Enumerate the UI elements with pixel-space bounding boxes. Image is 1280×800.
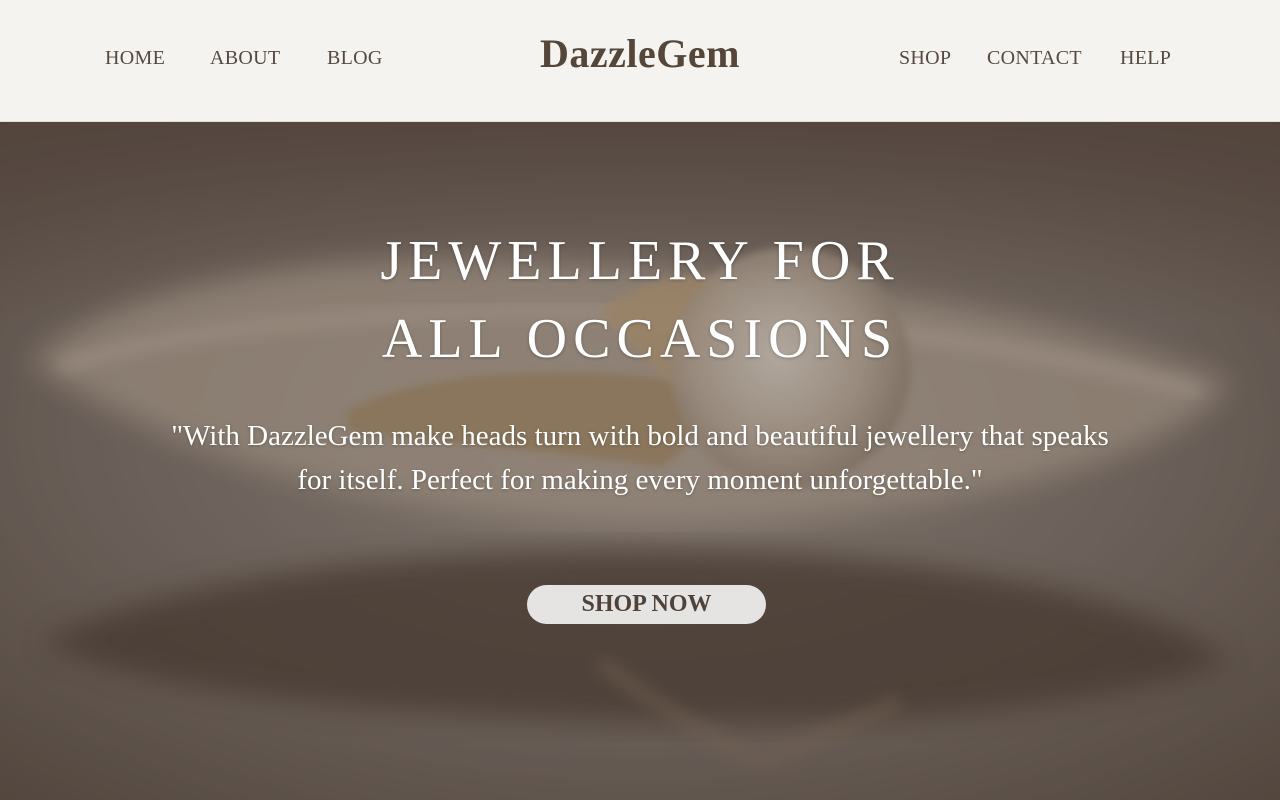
nav-contact-link[interactable]: CONTACT <box>987 46 1082 70</box>
hero-title: JEWELLERY FOR ALL OCCASIONS <box>0 222 1280 378</box>
nav-help-link[interactable]: HELP <box>1120 46 1171 70</box>
nav-about-link[interactable]: ABOUT <box>210 46 280 70</box>
hero-title-line-1: JEWELLERY FOR <box>380 230 900 292</box>
nav-shop-link[interactable]: SHOP <box>899 46 951 70</box>
brand-logo[interactable]: DazzleGem <box>540 31 740 76</box>
site-header: HOME ABOUT BLOG DazzleGem SHOP CONTACT H… <box>0 0 1280 122</box>
nav-blog-link[interactable]: BLOG <box>327 46 383 70</box>
nav-home-link[interactable]: HOME <box>105 46 165 70</box>
hero-section: JEWELLERY FOR ALL OCCASIONS "With Dazzle… <box>0 122 1280 800</box>
hero-title-line-2: ALL OCCASIONS <box>381 308 899 370</box>
brand-logo-wrapper: DazzleGem <box>0 30 1280 78</box>
hero-quote: "With DazzleGem make heads turn with bol… <box>171 420 1109 496</box>
shop-now-button[interactable]: SHOP NOW <box>527 585 766 624</box>
